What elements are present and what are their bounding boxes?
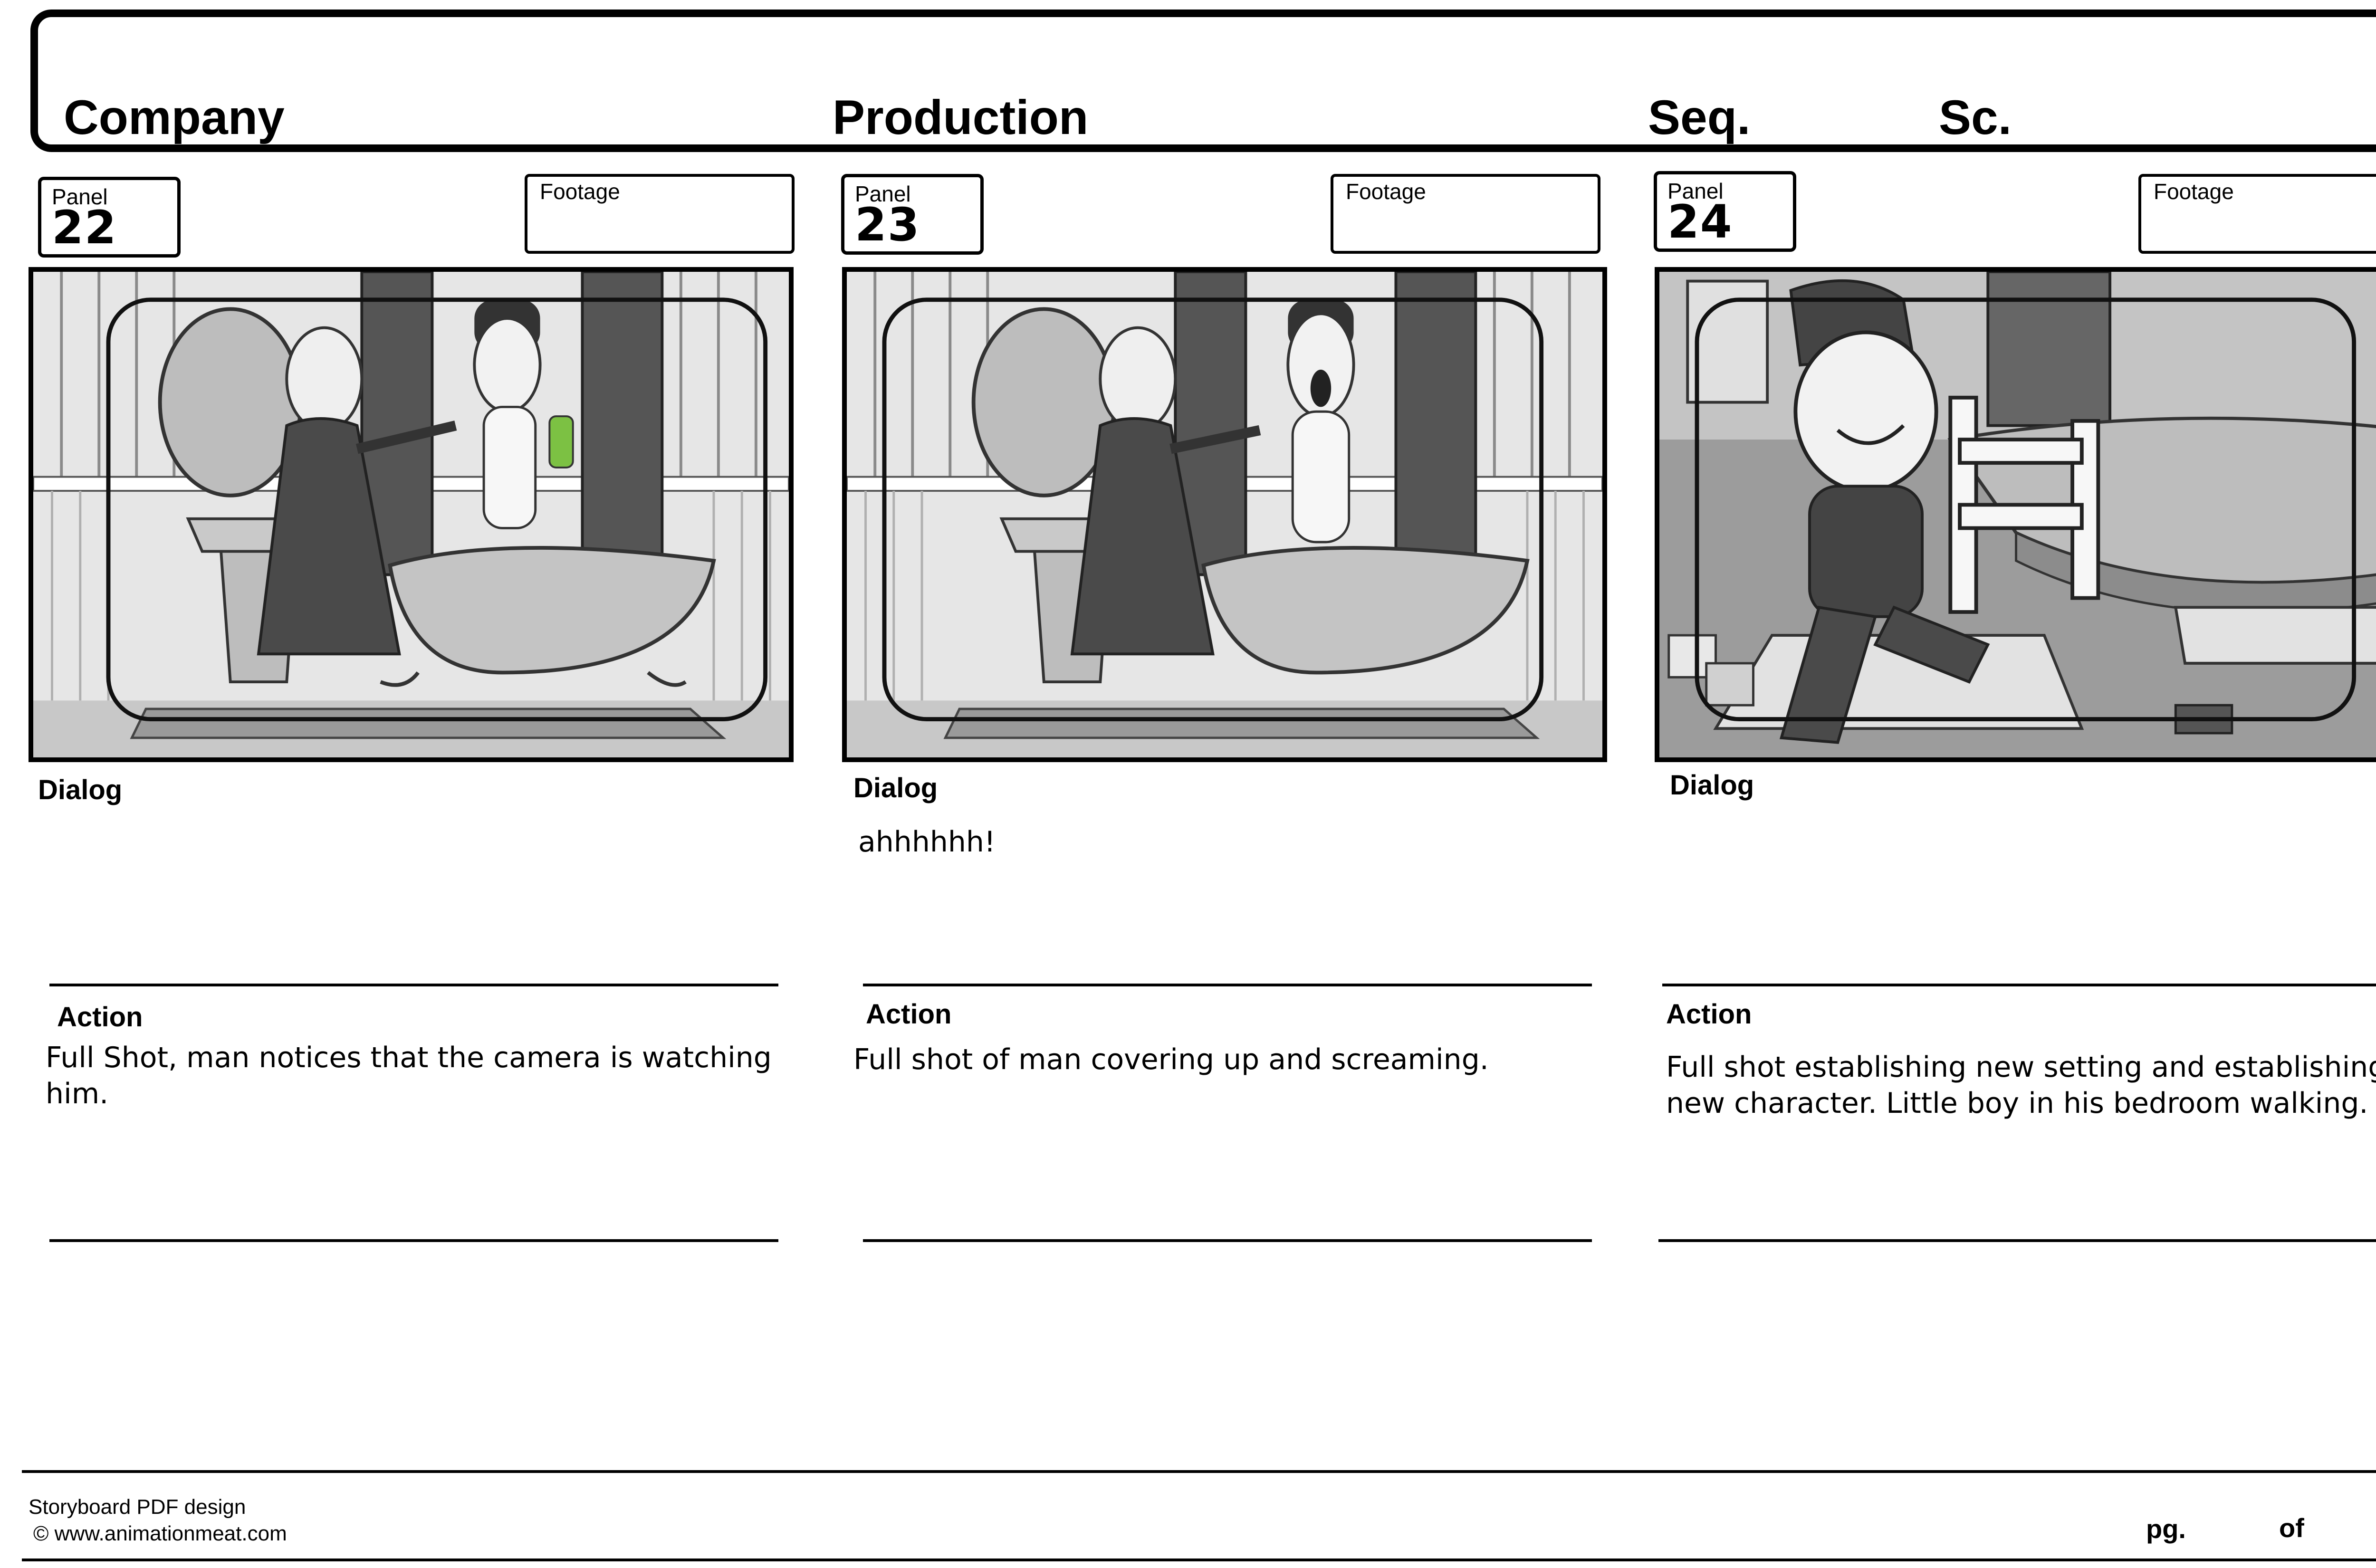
dialog-label: Dialog [853, 773, 938, 803]
panel-number: 23 [855, 198, 920, 251]
action-label: Action [57, 1002, 143, 1033]
copyright-link[interactable]: © www.animationmeat.com [33, 1523, 287, 1544]
footage-label: Footage [2154, 179, 2234, 204]
panel-number: 22 [52, 201, 117, 254]
action-text[interactable]: Full shot establishing new setting and e… [1666, 1049, 2376, 1121]
dialog-text[interactable]: ahhhhhh! [858, 824, 1600, 860]
divider-line [49, 1239, 778, 1242]
panel-frame-bathroom-1 [29, 267, 794, 762]
footer-bottom-rule [22, 1558, 2376, 1561]
divider-line [1658, 1239, 2376, 1242]
page-label: pg. [2146, 1514, 2186, 1544]
panel-number-box: Panel 22 [38, 177, 181, 258]
company-label: Company [64, 90, 285, 144]
action-label: Action [866, 999, 952, 1030]
dialog-label: Dialog [1670, 770, 1754, 801]
design-credit: Storyboard PDF design [29, 1495, 246, 1519]
bathroom-scene-illustration [847, 272, 1602, 757]
panel-number-box: Panel 24 [1654, 171, 1796, 252]
footer-top-rule [22, 1470, 2376, 1473]
panel-number: 24 [1667, 195, 1733, 249]
dialog-label: Dialog [38, 774, 123, 805]
bathroom-scene-illustration [33, 272, 789, 757]
panel-frame-bedroom [1655, 267, 2376, 762]
sequence-label: Seq. [1648, 90, 1751, 144]
bedroom-scene-illustration [1659, 272, 2376, 757]
action-text[interactable]: Full Shot, man notices that the camera i… [46, 1040, 787, 1112]
footage-box[interactable]: Footage [1331, 174, 1600, 254]
footage-box[interactable]: Footage [525, 174, 795, 254]
page-of-label: of [2279, 1513, 2304, 1543]
action-text[interactable]: Full shot of man covering up and screami… [853, 1042, 1595, 1078]
action-label: Action [1666, 999, 1752, 1030]
footage-box[interactable]: Footage [2138, 174, 2376, 254]
divider-line [863, 1239, 1592, 1242]
panel-frame-bathroom-2 [842, 267, 1607, 762]
panel-number-box: Panel 23 [841, 174, 984, 255]
footage-label: Footage [540, 179, 620, 204]
title-block [30, 10, 2376, 152]
divider-line [49, 984, 778, 986]
production-label: Production [833, 90, 1089, 144]
footage-label: Footage [1346, 179, 1426, 204]
scene-label: Sc. [1939, 90, 2012, 144]
divider-line [863, 984, 1592, 986]
divider-line [1662, 984, 2376, 986]
